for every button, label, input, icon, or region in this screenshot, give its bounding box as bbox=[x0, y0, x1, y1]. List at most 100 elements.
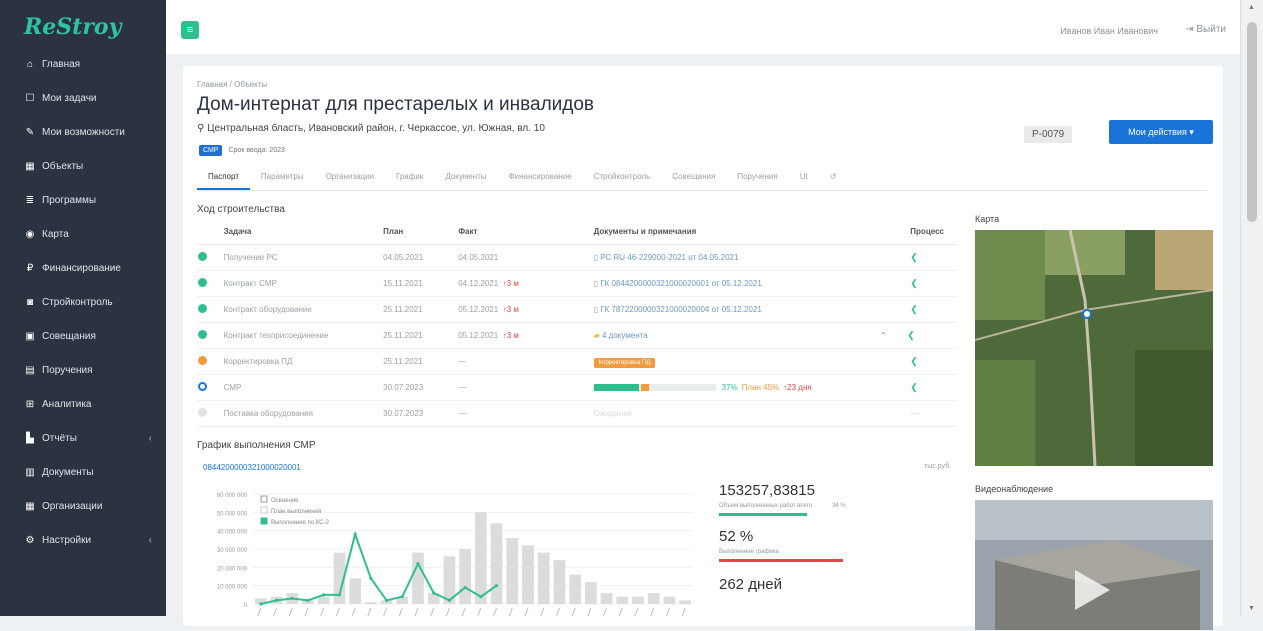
sidebar-item[interactable]: ◉ Карта bbox=[0, 218, 166, 252]
process-cell: ❮ bbox=[909, 374, 957, 401]
sidebar-item[interactable]: ▣ Совещания bbox=[0, 320, 166, 354]
chart-bar bbox=[365, 602, 377, 604]
tab[interactable]: Финансирование bbox=[498, 168, 583, 190]
chart-bar bbox=[647, 593, 660, 604]
tab[interactable]: Паспорт bbox=[197, 168, 250, 190]
sidebar-item[interactable]: ☐ Мои задачи bbox=[0, 82, 166, 116]
logout-link[interactable]: ⇥ Выйти bbox=[1185, 24, 1226, 35]
my-actions-button[interactable]: Мои действия ▾ bbox=[1109, 120, 1213, 144]
fact-cell: — bbox=[457, 374, 593, 401]
sidebar-item[interactable]: ⌂ Главная bbox=[0, 48, 166, 82]
delay-badge: ↑23 дня bbox=[783, 383, 812, 392]
stat-block: 262 дней bbox=[719, 576, 782, 593]
schedule-contract-link[interactable]: 0844200000321000020001 bbox=[203, 463, 301, 472]
user-name[interactable]: Иванов Иван Иванович bbox=[1060, 26, 1158, 36]
plan-percent: План 45% bbox=[741, 383, 780, 392]
finance-icon: ₽ bbox=[26, 263, 34, 274]
tab[interactable]: Стройконтроль bbox=[583, 168, 662, 190]
docs-cell: ▯ ГК 7872200000321000020004 от 05.12.202… bbox=[592, 296, 910, 323]
sidebar-item-label: Организации bbox=[42, 501, 103, 512]
sidebar-item[interactable]: ≣ Программы bbox=[0, 184, 166, 218]
tab[interactable]: Поручения bbox=[726, 168, 788, 190]
chart-bar bbox=[569, 574, 581, 604]
tab[interactable]: Организации bbox=[315, 168, 385, 190]
fact-date: 05.12.2021 bbox=[458, 331, 499, 340]
scroll-up-arrow-icon[interactable]: ▲ bbox=[1248, 4, 1255, 11]
folder-icon: ▰ bbox=[593, 331, 602, 340]
tab[interactable]: Документы bbox=[434, 168, 497, 190]
chart-point bbox=[416, 562, 420, 566]
x-tick bbox=[414, 607, 419, 617]
scroll-down-arrow-icon[interactable]: ▼ bbox=[1248, 605, 1255, 612]
progress-bar bbox=[593, 384, 716, 392]
table-row: Корректировка ПД 25.11.2021— Корректировка… bbox=[197, 348, 957, 375]
x-tick bbox=[351, 607, 356, 617]
scroll-thumb[interactable] bbox=[1247, 22, 1257, 222]
stat-block: 52 % Выполнение графика bbox=[719, 528, 843, 562]
document-link[interactable]: РС RU 46-229000-2021 от 04.05.2021 bbox=[600, 253, 738, 262]
chevron-up-icon[interactable]: ⌃ bbox=[880, 331, 889, 340]
chart-bar bbox=[506, 538, 519, 604]
legend-swatch bbox=[260, 517, 268, 525]
x-tick bbox=[273, 607, 278, 617]
x-tick bbox=[665, 607, 670, 617]
app-logo[interactable]: ReStroy bbox=[0, 0, 166, 48]
sidebar-item[interactable]: ✎ Мои возможности bbox=[0, 116, 166, 150]
satellite-map[interactable] bbox=[975, 230, 1213, 466]
x-tick bbox=[681, 607, 686, 617]
plan-cell: 25.11.2021 bbox=[382, 322, 458, 349]
share-icon[interactable]: ❮ bbox=[910, 278, 918, 288]
history-icon[interactable]: ↺ bbox=[819, 168, 848, 190]
type-badge: СМР bbox=[199, 145, 223, 156]
chevron-left-icon: ‹ bbox=[148, 433, 152, 444]
sidebar-item[interactable]: ▙ Отчёты ‹ bbox=[0, 422, 166, 456]
logout-label: Выйти bbox=[1196, 24, 1226, 35]
sidebar-item[interactable]: ▥ Документы bbox=[0, 456, 166, 490]
page-scrollbar[interactable]: ▲ ▼ bbox=[1240, 0, 1263, 616]
process-cell: ❮ bbox=[909, 244, 957, 271]
table-row: Поставка оборудования 30.07.2023— Ожидание… bbox=[197, 400, 957, 427]
tab[interactable]: Параметры bbox=[250, 168, 315, 190]
schedule-chart: 60 000 000 50 000 000 40 000 000 30 000 000… bbox=[197, 486, 697, 626]
tab[interactable]: График bbox=[385, 168, 434, 190]
tab[interactable]: Совещания bbox=[661, 168, 726, 190]
share-icon[interactable]: ❮ bbox=[910, 356, 918, 366]
sidebar-item[interactable]: ⊞ Аналитика bbox=[0, 388, 166, 422]
x-tick bbox=[288, 607, 293, 617]
process-cell: ❮ bbox=[909, 348, 957, 375]
document-link[interactable]: ГК 7872200000321000020004 от 05.12.2021 bbox=[600, 305, 762, 314]
chart-bar bbox=[600, 593, 613, 604]
sidebar-item[interactable]: ◙ Стройконтроль bbox=[0, 286, 166, 320]
documents-link[interactable]: 4 документа bbox=[602, 331, 648, 340]
table-row: Контракт техприсоединение 25.11.2021 05.12… bbox=[197, 322, 957, 349]
logout-icon: ⇥ bbox=[1185, 24, 1194, 35]
fact-cell: 04.05.2021 bbox=[457, 244, 593, 271]
y-tick-label: 30 000 000 bbox=[217, 548, 248, 554]
sidebar-item[interactable]: ▦ Организации bbox=[0, 490, 166, 524]
sidebar-item[interactable]: ₽ Финансирование bbox=[0, 252, 166, 286]
share-icon[interactable]: ❮ bbox=[907, 330, 915, 340]
fact-date: 04.05.2021 bbox=[458, 253, 499, 262]
x-tick bbox=[524, 607, 529, 617]
share-icon[interactable]: ❮ bbox=[910, 252, 918, 262]
document-link[interactable]: ГК 0844200000321000020001 от 05.12.2021 bbox=[600, 279, 762, 288]
map-marker-icon[interactable] bbox=[1082, 309, 1092, 319]
breadcrumb[interactable]: Главная / Объекты bbox=[197, 80, 267, 89]
sidebar-item[interactable]: ▦ Объекты bbox=[0, 150, 166, 184]
sidebar-item[interactable]: ▤ Поручения bbox=[0, 354, 166, 388]
video-player[interactable] bbox=[975, 500, 1213, 630]
docs-cell: ▰ 4 документа bbox=[592, 322, 910, 349]
tab[interactable]: Ut bbox=[789, 168, 819, 190]
chart-point bbox=[479, 595, 483, 599]
task-cell: СМР bbox=[222, 374, 383, 401]
menu-toggle-button[interactable]: ≡ bbox=[181, 21, 199, 39]
object-tabs: Паспорт Параметры Организации График Докумен… bbox=[197, 168, 1207, 191]
late-text: 3 м bbox=[506, 331, 519, 340]
task-cell: Поставка оборудования bbox=[222, 400, 383, 427]
fact-date: 04.12.2021 bbox=[458, 279, 499, 288]
share-icon[interactable]: ❮ bbox=[910, 304, 918, 314]
table-row: Контракт СМР 15.11.2021 04.12.2021 ↑3 м ▯ Г… bbox=[197, 270, 957, 297]
share-icon[interactable]: ❮ bbox=[910, 382, 918, 392]
chevron-left-icon: ‹ bbox=[148, 535, 152, 546]
sidebar-item[interactable]: ⚙ Настройки ‹ bbox=[0, 524, 166, 558]
